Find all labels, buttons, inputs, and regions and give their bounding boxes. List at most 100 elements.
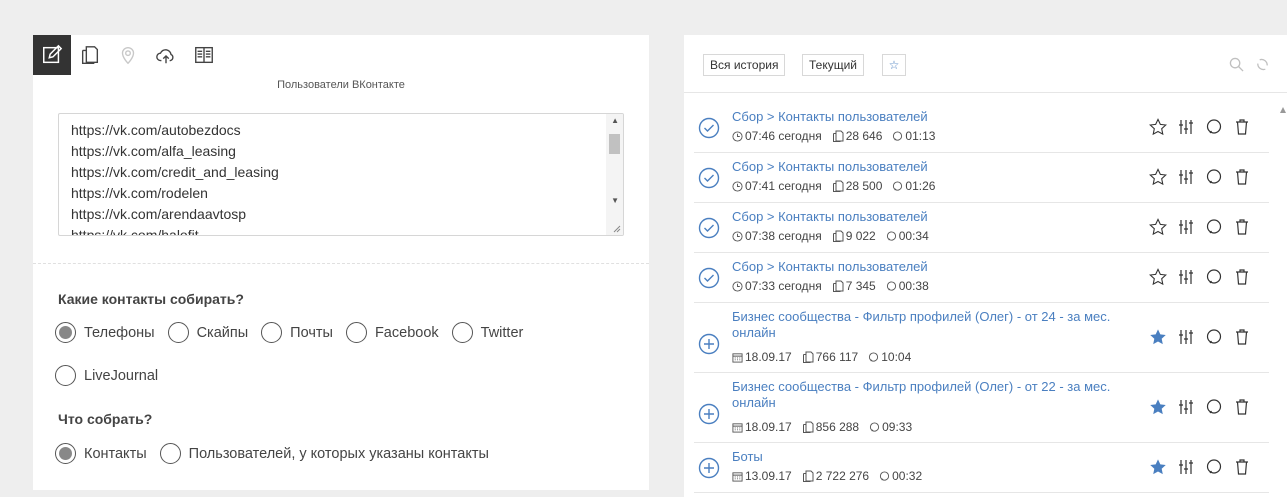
history-item[interactable]: Боты 13.09.17 2 722 276 00:32 <box>694 443 1269 493</box>
comment-icon[interactable] <box>1205 168 1223 186</box>
copy-icon[interactable] <box>71 35 109 75</box>
copy-icon <box>802 421 814 433</box>
history-item[interactable]: Сбор > Контакты пользователей 07:38 сегод… <box>694 203 1269 253</box>
history-item-title[interactable]: Бизнес сообщества - Фильтр профилей (Оле… <box>732 379 1142 411</box>
history-item[interactable]: Бизнес сообщества - Фильтр профилей (Оле… <box>694 373 1269 443</box>
history-item-title[interactable]: Бизнес сообщества - Фильтр профилей (Оле… <box>732 309 1142 341</box>
history-scrollbar[interactable] <box>1279 103 1287 497</box>
location-icon[interactable] <box>109 35 147 75</box>
add-circle-icon[interactable] <box>698 333 720 360</box>
radio-option[interactable]: Контакты <box>55 443 147 464</box>
history-item[interactable]: Сбор > Контакты пользователей 07:41 сегод… <box>694 153 1269 203</box>
contact-type-group: Телефоны Скайпы Почты Facebook Twitter <box>55 322 536 343</box>
favorites-star-icon[interactable]: ☆ <box>882 54 906 76</box>
settings-sliders-icon[interactable] <box>1177 268 1195 286</box>
comment-icon[interactable] <box>1205 268 1223 286</box>
completed-check-icon[interactable] <box>698 217 720 244</box>
settings-sliders-icon[interactable] <box>1177 168 1195 186</box>
radio-option[interactable]: LiveJournal <box>55 365 158 386</box>
item-actions <box>1139 118 1251 136</box>
star-icon[interactable] <box>1149 458 1167 476</box>
trash-icon[interactable] <box>1233 328 1251 346</box>
radio-label: Пользователей, у которых указаны контакт… <box>188 445 489 462</box>
trash-icon[interactable] <box>1233 458 1251 476</box>
history-item-title[interactable]: Боты <box>732 449 1142 465</box>
item-duration: 00:38 <box>886 279 929 293</box>
comment-icon[interactable] <box>1205 118 1223 136</box>
radio-unchecked-icon[interactable] <box>261 322 283 343</box>
scroll-up-icon[interactable]: ▲ <box>611 116 619 125</box>
trash-icon[interactable] <box>1233 398 1251 416</box>
search-icon[interactable] <box>1229 57 1244 77</box>
star-icon[interactable] <box>1149 398 1167 416</box>
radio-option[interactable]: Телефоны <box>55 322 155 343</box>
settings-sliders-icon[interactable] <box>1177 118 1195 136</box>
settings-sliders-icon[interactable] <box>1177 458 1195 476</box>
settings-sliders-icon[interactable] <box>1177 328 1195 346</box>
star-icon[interactable] <box>1149 218 1167 236</box>
resize-grip-icon[interactable] <box>611 223 621 233</box>
comment-icon[interactable] <box>1205 458 1223 476</box>
radio-unchecked-icon[interactable] <box>167 322 189 343</box>
textarea-line: https://vk.com/arendaavtosp <box>71 206 247 222</box>
item-duration: 10:04 <box>868 350 911 364</box>
radio-label: Twitter <box>480 324 524 341</box>
radio-unchecked-icon[interactable] <box>159 443 181 464</box>
settings-sliders-icon[interactable] <box>1177 398 1195 416</box>
vk-users-textarea[interactable]: https://vk.com/autobezdocs https://vk.com… <box>58 113 624 236</box>
item-date: 13.09.17 <box>732 469 792 483</box>
add-circle-icon[interactable] <box>698 403 720 430</box>
radio-label: Facebook <box>374 324 439 341</box>
history-item-title[interactable]: Сбор > Контакты пользователей <box>732 259 1142 275</box>
star-icon[interactable] <box>1149 118 1167 136</box>
settings-sliders-icon[interactable] <box>1177 218 1195 236</box>
radio-option[interactable]: Twitter <box>451 322 524 343</box>
item-duration: 00:34 <box>886 229 929 243</box>
tab-current[interactable]: Текущий <box>802 54 864 76</box>
edit-icon[interactable] <box>33 35 71 75</box>
history-item-title[interactable]: Сбор > Контакты пользователей <box>732 109 1142 125</box>
task-editor-panel: Пользователи ВКонтакте https://vk.com/au… <box>33 35 649 490</box>
book-icon[interactable] <box>185 35 223 75</box>
history-item[interactable]: Сбор > Контакты пользователей 07:33 сегод… <box>694 253 1269 303</box>
radio-option[interactable]: Скайпы <box>167 322 249 343</box>
trash-icon[interactable] <box>1233 268 1251 286</box>
item-count-value: 766 117 <box>815 350 859 364</box>
scroll-down-icon[interactable]: ▼ <box>611 196 619 205</box>
radio-option[interactable]: Почты <box>261 322 333 343</box>
add-circle-icon[interactable] <box>698 457 720 484</box>
speech-bubble-icon <box>893 180 903 191</box>
completed-check-icon[interactable] <box>698 117 720 144</box>
star-icon[interactable] <box>1149 328 1167 346</box>
history-item-title[interactable]: Сбор > Контакты пользователей <box>732 209 1142 225</box>
radio-checked-icon[interactable] <box>55 443 76 464</box>
radio-unchecked-icon[interactable] <box>55 365 76 386</box>
textarea-line: https://vk.com/alfa_leasing <box>71 143 236 159</box>
tab-all-history[interactable]: Вся история <box>703 54 786 76</box>
comment-icon[interactable] <box>1205 328 1223 346</box>
history-item[interactable]: Бизнес сообщества - Фильтр профилей (Оле… <box>694 303 1269 373</box>
radio-label: Скайпы <box>196 324 249 341</box>
history-item-title[interactable]: Сбор > Контакты пользователей <box>732 159 1142 175</box>
radio-unchecked-icon[interactable] <box>451 322 473 343</box>
trash-icon[interactable] <box>1233 218 1251 236</box>
textarea-scrollbar[interactable]: ▲ ▼ <box>606 114 623 235</box>
completed-check-icon[interactable] <box>698 167 720 194</box>
radio-unchecked-icon[interactable] <box>345 322 367 343</box>
item-actions <box>1139 268 1251 286</box>
trash-icon[interactable] <box>1233 168 1251 186</box>
star-icon[interactable] <box>1149 268 1167 286</box>
trash-icon[interactable] <box>1233 118 1251 136</box>
completed-check-icon[interactable] <box>698 267 720 294</box>
comment-icon[interactable] <box>1205 398 1223 416</box>
scroll-thumb[interactable] <box>609 134 620 154</box>
history-item[interactable]: Сбор > Контакты пользователей 07:46 сегод… <box>694 103 1269 153</box>
star-icon[interactable] <box>1149 168 1167 186</box>
refresh-icon[interactable] <box>1255 57 1270 77</box>
radio-option[interactable]: Пользователей, у которых указаны контакт… <box>159 443 489 464</box>
radio-option[interactable]: Facebook <box>345 322 439 343</box>
item-date-value: 18.09.17 <box>745 350 792 364</box>
cloud-upload-icon[interactable] <box>147 35 185 75</box>
comment-icon[interactable] <box>1205 218 1223 236</box>
radio-checked-icon[interactable] <box>55 322 76 343</box>
